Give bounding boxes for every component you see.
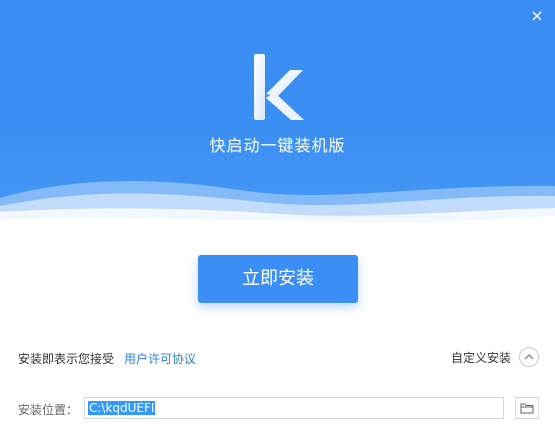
custom-install-toggle[interactable]: 自定义安装: [451, 347, 539, 367]
install-location-value: C:\kqdUEFI: [88, 401, 156, 415]
wave-decoration: [0, 180, 555, 225]
agreement-row: 安装即表示您接受 用户许可协议: [18, 350, 196, 367]
install-location-input[interactable]: C:\kqdUEFI: [84, 397, 504, 419]
browse-folder-button[interactable]: [515, 397, 539, 419]
chevron-up-icon[interactable]: [519, 347, 539, 367]
folder-icon: [520, 403, 534, 414]
install-location-label: 安装位置：: [18, 403, 79, 417]
close-button[interactable]: ×: [529, 8, 545, 24]
app-title: 快启动一键装机版: [209, 136, 346, 155]
close-icon: ×: [530, 6, 544, 25]
license-agreement-link[interactable]: 用户许可协议: [124, 352, 196, 366]
install-now-button[interactable]: 立即安装: [198, 255, 358, 303]
custom-install-label: 自定义安装: [450, 350, 511, 365]
k-logo-icon: [254, 54, 304, 120]
agreement-text: 安装即表示您接受: [18, 352, 115, 366]
header-banner: × 快启动一键装机版: [0, 0, 555, 225]
